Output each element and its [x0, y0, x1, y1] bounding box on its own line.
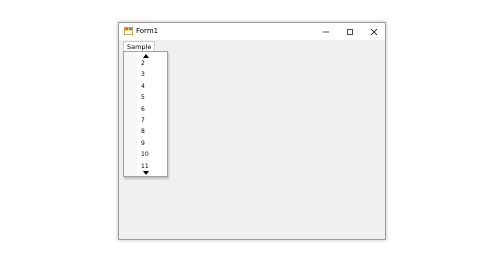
dropdown-item-list: 2 3 4 5 6 7 8 9 10 11 [124, 58, 167, 172]
close-icon [370, 28, 378, 35]
dropdown-item[interactable]: 9 [124, 138, 167, 149]
dropdown-item[interactable]: 6 [124, 104, 167, 115]
scroll-up-arrow-icon [142, 53, 149, 58]
minimize-button[interactable] [314, 23, 338, 40]
dropdown-item[interactable]: 4 [124, 81, 167, 92]
dropdown-item[interactable]: 2 [124, 58, 167, 69]
dropdown-item[interactable]: 8 [124, 126, 167, 137]
maximize-icon [347, 28, 353, 35]
dropdown-item[interactable]: 3 [124, 69, 167, 80]
app-form-icon [124, 27, 133, 35]
dropdown-item[interactable]: 5 [124, 92, 167, 103]
title-bar[interactable]: Form1 [119, 23, 385, 40]
dropdown-scroll-down-button[interactable] [124, 169, 167, 176]
menu-strip: Sample [119, 40, 385, 52]
sample-dropdown-menu: 2 3 4 5 6 7 8 9 10 11 [123, 51, 168, 177]
dropdown-item[interactable]: 7 [124, 115, 167, 126]
close-button[interactable] [362, 23, 386, 40]
dropdown-item[interactable]: 10 [124, 149, 167, 160]
maximize-button[interactable] [338, 23, 362, 40]
scroll-down-arrow-icon [142, 170, 149, 175]
window-title: Form1 [136, 27, 159, 35]
minimize-icon [323, 31, 329, 32]
form-window: Form1 Sample 2 3 4 5 6 7 8 9 10 11 [118, 22, 386, 240]
